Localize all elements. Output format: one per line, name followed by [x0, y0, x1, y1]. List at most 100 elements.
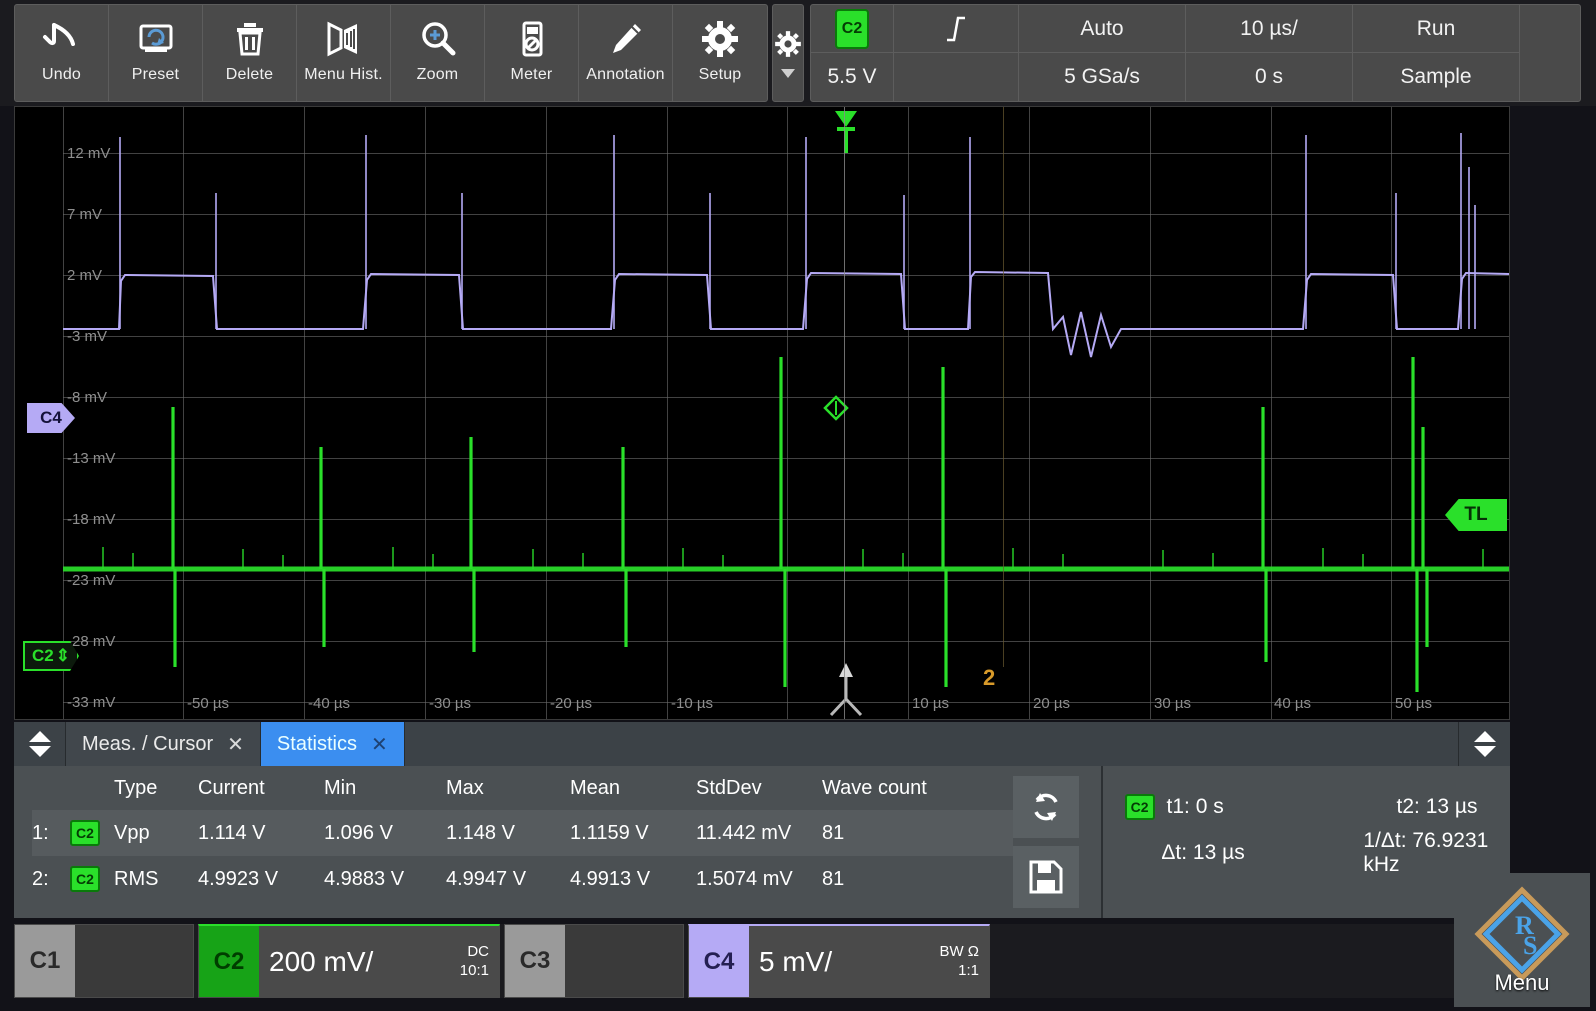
cursor-line-1[interactable]: [844, 107, 845, 719]
channel-c1-tag[interactable]: C1: [15, 925, 75, 997]
close-icon[interactable]: ✕: [371, 732, 388, 757]
cursor-row-1: C2 t1: 0 s t2: 13 µs: [1124, 784, 1510, 830]
column-header-min: Min: [324, 776, 357, 799]
channel-c3-tag[interactable]: C3: [505, 925, 565, 997]
status-area: C2 5.5 V Auto 5 GSa/s 10 µs/ 0 s Run Sam…: [810, 4, 1596, 102]
menu-history-button[interactable]: Menu Hist.: [297, 5, 391, 101]
cell-type: Vpp: [114, 821, 150, 844]
channel-c1-body[interactable]: [75, 925, 193, 997]
x-tick-label: -50 µs: [187, 695, 229, 712]
trigger-slope-button[interactable]: [894, 5, 1018, 54]
channel-c2-tag[interactable]: C2: [199, 926, 259, 997]
menu-history-icon: [321, 16, 367, 62]
waveform-display[interactable]: 2 12 mV 7 mV 2 mV -3 mV -8 mV -13 mV -18…: [14, 106, 1510, 720]
y-tick-label: -23 mV: [67, 572, 116, 589]
run-stop-button[interactable]: Run: [1353, 5, 1519, 54]
zoom-label: Zoom: [416, 66, 459, 83]
channel-c2-coupling: DC: [467, 942, 489, 960]
c2-offset-marker[interactable]: C2 ⇕: [23, 641, 79, 671]
zoom-button[interactable]: Zoom: [391, 5, 485, 101]
cursor-delta-t-value: Δt: 13 µs: [1161, 841, 1245, 864]
channel-c3[interactable]: C3: [504, 924, 684, 998]
preset-button[interactable]: Preset: [109, 5, 203, 101]
updown-arrow-icon: [1473, 731, 1496, 757]
column-header-type: Type: [114, 776, 158, 799]
cell-current: 4.9923 V: [198, 867, 279, 890]
delete-button[interactable]: Delete: [203, 5, 297, 101]
channel-c4-body[interactable]: 5 mV/ BW Ω 1:1: [749, 926, 989, 997]
trigger-source-chip: C2: [835, 8, 869, 49]
cell-wave-count: 81: [822, 867, 845, 890]
column-header-wave-count: Wave count: [822, 776, 927, 799]
cursor-2-label[interactable]: 2: [983, 665, 995, 691]
cursor-line-2[interactable]: [1003, 107, 1004, 667]
channel-c4[interactable]: C4 5 mV/ BW Ω 1:1: [688, 924, 990, 998]
toolbar-settings-button[interactable]: [772, 4, 804, 102]
panel-resize-arrows-left[interactable]: [14, 722, 66, 766]
slope-edge-icon: [947, 16, 965, 41]
undo-label: Undo: [41, 66, 82, 83]
undo-icon: [41, 16, 83, 62]
x-tick-label: 20 µs: [1033, 695, 1070, 712]
annotation-label: Annotation: [586, 66, 665, 83]
y-tick-label: -18 mV: [67, 511, 116, 528]
table-row[interactable]: 1: C2 Vpp 1.114 V 1.096 V 1.148 V 1.1159…: [32, 810, 1013, 856]
setup-button[interactable]: Setup: [673, 5, 767, 101]
cursor-handle-icon[interactable]: [823, 395, 849, 426]
y-tick-label: 2 mV: [67, 267, 103, 284]
c2-offset-label: C2: [32, 646, 54, 665]
oscilloscope-screen: Undo Preset Delete Menu Hist. Zoom Meter…: [0, 0, 1596, 1011]
trigger-position-top-marker[interactable]: [831, 109, 861, 160]
channel-c1[interactable]: C1: [14, 924, 194, 998]
column-header-current: Current: [198, 776, 265, 799]
cell-stddev: 11.442 mV: [696, 821, 792, 844]
cell-mean: 1.1159 V: [570, 821, 649, 844]
cursor-results-panel: C2 t1: 0 s t2: 13 µs Δt: 13 µs 1/Δt: 76.…: [1100, 766, 1510, 918]
save-statistics-button[interactable]: [1012, 846, 1079, 908]
trigger-position-bottom-marker[interactable]: [825, 659, 867, 719]
gear-icon: [775, 30, 801, 57]
tab-meas-cursor[interactable]: Meas. / Cursor ✕: [66, 722, 261, 766]
trigger-slope-column: [894, 5, 1019, 101]
undo-button[interactable]: Undo: [15, 5, 109, 101]
network-status-button[interactable]: [1581, 4, 1596, 102]
table-row[interactable]: 2: C2 RMS 4.9923 V 4.9883 V 4.9947 V 4.9…: [32, 856, 1013, 902]
waveform-plot[interactable]: 2: [63, 107, 1509, 719]
channel-c4-probe: 1:1: [958, 961, 979, 979]
close-icon[interactable]: ✕: [227, 732, 244, 757]
tab-statistics-label: Statistics: [276, 732, 357, 755]
menu-button[interactable]: R S Menu: [1454, 873, 1590, 1007]
timebase-value[interactable]: 10 µs/: [1186, 5, 1352, 54]
channel-c3-body[interactable]: [565, 925, 683, 997]
gear-icon: [699, 16, 741, 62]
channel-c4-tag[interactable]: C4: [689, 926, 749, 997]
tab-statistics[interactable]: Statistics ✕: [260, 722, 405, 766]
sample-rate-value[interactable]: 5 GSa/s: [1019, 53, 1185, 101]
trigger-source-button[interactable]: C2: [811, 5, 893, 54]
status-spacer-column: [1520, 5, 1580, 101]
cursor-source-chip: C2: [1124, 794, 1155, 820]
panel-resize-arrows-right[interactable]: [1458, 722, 1510, 766]
reset-statistics-button[interactable]: [1012, 776, 1079, 838]
acquisition-mode-value[interactable]: Sample: [1353, 53, 1519, 101]
annotation-button[interactable]: Annotation: [579, 5, 673, 101]
x-tick-label: 50 µs: [1395, 695, 1432, 712]
column-header-mean: Mean: [570, 776, 621, 799]
channel-c2[interactable]: C2 200 mV/ DC 10:1: [198, 924, 500, 998]
row-source-chip-wrap: C2: [70, 820, 114, 846]
svg-text:S: S: [1523, 931, 1537, 960]
channel-c2-body[interactable]: 200 mV/ DC 10:1: [259, 926, 499, 997]
row-source-chip: C2: [70, 820, 100, 846]
menu-history-label: Menu Hist.: [304, 66, 383, 83]
column-header-max: Max: [446, 776, 484, 799]
channel-c2-probe: 10:1: [459, 961, 489, 979]
zoom-magnifier-icon: [417, 16, 459, 62]
trigger-level-value[interactable]: 5.5 V: [811, 53, 893, 101]
trigger-mode-button[interactable]: Auto: [1019, 5, 1185, 54]
meter-button[interactable]: Meter: [485, 5, 579, 101]
y-tick-label: -8 mV: [67, 389, 108, 406]
time-offset-value[interactable]: 0 s: [1186, 53, 1352, 101]
save-floppy-icon: [1029, 860, 1063, 894]
menu-label: Menu: [1494, 970, 1550, 995]
row-index: 1:: [32, 821, 49, 844]
